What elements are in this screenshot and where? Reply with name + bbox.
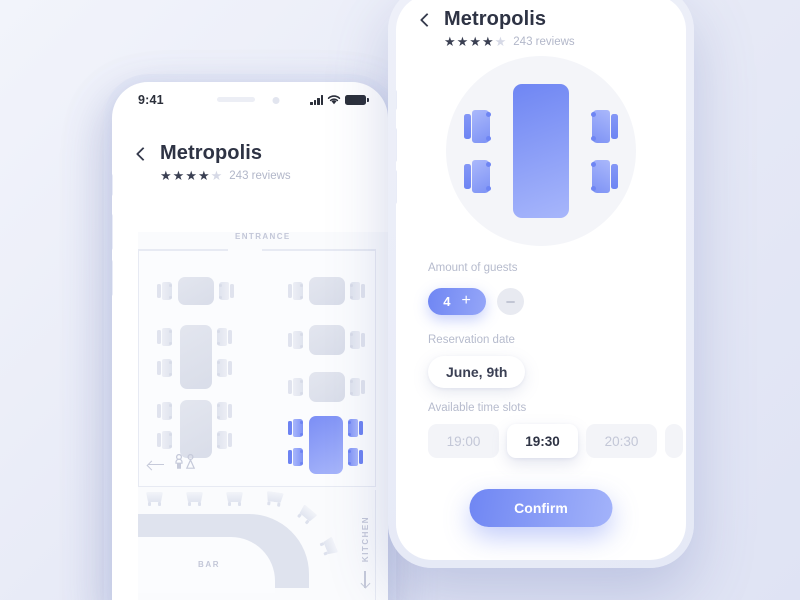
time-slot-option-partial[interactable] — [665, 424, 683, 458]
earpiece-speaker — [217, 97, 255, 102]
right-phone-screen: Metropolis ★ ★ ★ ★ ★ 243 reviews Amount of g… — [396, 0, 686, 560]
chair-icon — [350, 378, 365, 396]
status-bar-time: 9:41 — [138, 93, 164, 107]
chair-icon — [217, 328, 232, 346]
front-camera — [272, 96, 280, 104]
plus-icon: + — [461, 292, 471, 309]
restaurant-floorplan[interactable]: ENTRANCE BAR KITCHEN — [138, 232, 388, 600]
time-slot-option-selected[interactable]: 19:30 — [507, 424, 578, 458]
chevron-left-icon[interactable] — [135, 146, 151, 161]
wifi-icon — [327, 95, 341, 105]
restroom-icon — [173, 453, 199, 475]
chair-icon — [288, 331, 303, 349]
chair-icon — [348, 419, 363, 437]
bar-stool-icon — [146, 492, 163, 506]
silent-switch-button[interactable] — [112, 174, 113, 196]
star-rating: ★ ★ ★ ★ ★ — [160, 168, 223, 183]
bar-stool-icon — [295, 504, 317, 526]
time-slots-label: Available time slots — [428, 402, 527, 414]
bar-stool-icon — [319, 536, 338, 557]
chair-icon — [157, 402, 172, 420]
increment-guests-button[interactable]: 4 + — [428, 288, 486, 315]
chevron-left-icon[interactable] — [419, 12, 435, 27]
page-title: Metropolis — [160, 142, 263, 164]
chair-icon — [288, 419, 303, 437]
time-slots-row[interactable]: 19:00 19:30 20:30 — [428, 424, 683, 458]
volume-up-button[interactable] — [396, 128, 397, 162]
table-surface-selected — [309, 416, 343, 474]
guests-label: Amount of guests — [428, 262, 518, 274]
arrow-left-icon — [148, 460, 164, 470]
chair-icon — [288, 378, 303, 396]
confirm-button[interactable]: Confirm — [469, 489, 613, 527]
battery-full-icon — [345, 94, 369, 105]
chair-icon — [464, 160, 491, 193]
right-header: Metropolis ★ ★ ★ ★ ★ 243 reviews — [419, 8, 575, 48]
chair-icon — [350, 282, 365, 300]
star-rating: ★ ★ ★ ★ ★ — [444, 34, 507, 49]
arrow-down-icon — [360, 571, 370, 589]
guests-value: 4 — [443, 294, 451, 309]
kitchen-label: KITCHEN — [360, 516, 370, 563]
bar-zone: BAR KITCHEN — [138, 490, 376, 600]
chair-icon — [350, 331, 365, 349]
table-surface — [178, 277, 214, 305]
reservation-date-chip[interactable]: June, 9th — [428, 356, 526, 388]
table-surface — [309, 372, 345, 402]
wall-segment-left — [138, 249, 228, 251]
chair-icon — [217, 402, 232, 420]
restroom-marker — [148, 453, 199, 475]
kitchen-marker: KITCHEN — [360, 516, 370, 589]
silent-switch-button[interactable] — [396, 90, 397, 110]
rating-row: ★ ★ ★ ★ ★ 243 reviews — [160, 169, 291, 182]
table-surface — [180, 325, 212, 389]
chair-icon — [157, 282, 172, 300]
chair-icon — [288, 448, 303, 466]
status-bar-indicators — [310, 94, 369, 105]
table-surface — [180, 400, 212, 458]
bar-stool-icon — [186, 492, 203, 506]
entrance-label: ENTRANCE — [235, 232, 291, 241]
chair-icon — [157, 431, 172, 449]
table-surface — [309, 325, 345, 355]
chair-icon — [157, 328, 172, 346]
hero-table-surface — [513, 84, 569, 218]
chair-icon — [348, 448, 363, 466]
reviews-count: 243 reviews — [513, 35, 575, 48]
decrement-guests-button[interactable]: – — [497, 288, 524, 315]
guests-stepper[interactable]: 4 + – — [428, 288, 524, 315]
left-phone-screen: 9:41 Metropolis ★ ★ ★ ★ ★ 243 reviews ENTRAN… — [112, 82, 388, 600]
reservation-date-value: June, 9th — [446, 364, 508, 380]
chair-icon — [591, 160, 618, 193]
page-title: Metropolis — [444, 8, 547, 30]
minus-icon: – — [506, 293, 515, 310]
volume-up-button[interactable] — [112, 214, 113, 250]
chair-icon — [217, 359, 232, 377]
bar-stool-icon — [226, 492, 243, 506]
chair-icon — [288, 282, 303, 300]
chair-icon — [219, 282, 234, 300]
volume-down-button[interactable] — [396, 170, 397, 204]
rating-row: ★ ★ ★ ★ ★ 243 reviews — [444, 35, 575, 48]
reviews-count: 243 reviews — [229, 169, 291, 182]
status-bar: 9:41 — [112, 82, 388, 120]
bar-stool-icon — [265, 491, 284, 507]
left-header: Metropolis ★ ★ ★ ★ ★ 243 reviews — [135, 142, 291, 182]
chair-icon — [157, 359, 172, 377]
time-slot-option[interactable]: 20:30 — [586, 424, 657, 458]
date-label: Reservation date — [428, 334, 515, 346]
volume-down-button[interactable] — [112, 260, 113, 296]
chair-icon — [591, 110, 618, 143]
kitchen-wall — [374, 490, 376, 600]
chair-icon — [464, 110, 491, 143]
table-surface — [309, 277, 345, 305]
bar-label: BAR — [198, 560, 221, 569]
cellular-bars-icon — [310, 95, 323, 105]
wall-segment-right — [262, 249, 376, 251]
time-slot-option[interactable]: 19:00 — [428, 424, 499, 458]
chair-icon — [217, 431, 232, 449]
table-for-four-icon — [446, 56, 636, 246]
